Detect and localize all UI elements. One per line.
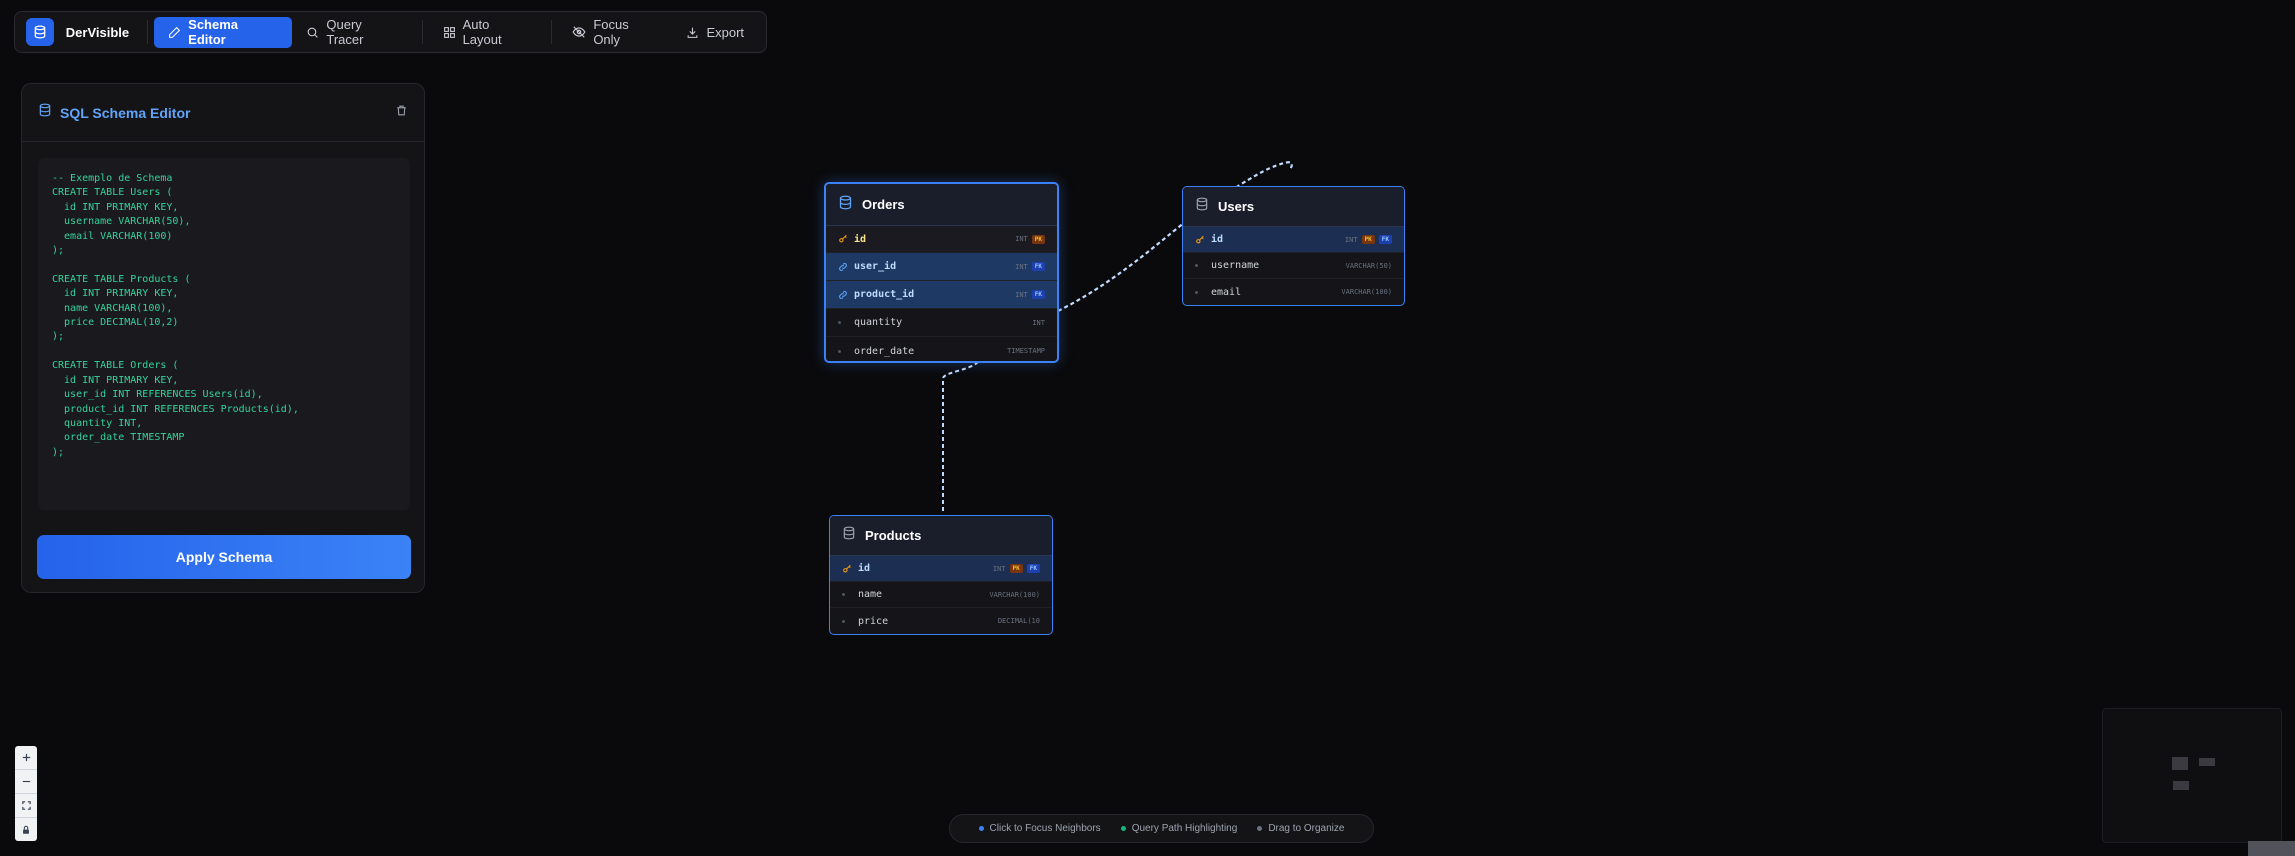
field-dot [1195,264,1198,267]
table-name: Users [1218,199,1255,214]
link-icon [838,290,852,300]
field-type: INT [1344,235,1358,244]
legend-query: Query Path Highlighting [1131,823,1238,834]
field-type: VARCHAR(100) [989,590,1040,599]
field-row[interactable]: order_date TIMESTAMP [826,337,1057,361]
field-type: INT [1015,290,1028,299]
database-icon [838,195,853,215]
field-name: id [858,563,871,574]
fk-badge: FK [1378,235,1392,244]
canvas-legend: Click to Focus Neighbors Query Path High… [949,814,1374,843]
table-name: Orders [862,197,905,212]
field-type: INT [1015,262,1028,271]
field-type: DECIMAL(10 [997,617,1040,625]
fit-view-icon[interactable] [15,794,37,818]
field-name: name [858,589,883,600]
legend-drag: Drag to Organize [1268,823,1345,834]
key-icon [842,564,856,574]
database-icon [842,526,856,545]
field-name: order_date [854,345,915,357]
field-type: VARCHAR(100) [1341,288,1392,296]
fk-badge: FK [1026,564,1040,573]
field-type: INT [992,564,1006,573]
table-header: Products [830,516,1052,556]
table-header: Users [1183,187,1404,227]
relation-edges [942,161,1293,512]
field-name: id [854,233,867,245]
legend-item: Query Path Highlighting [1120,823,1238,834]
attribution-corner [2248,841,2295,856]
zoom-controls [15,746,37,841]
minimap[interactable] [2102,708,2282,843]
plus-icon[interactable] [15,746,37,770]
minus-icon[interactable] [15,770,37,794]
field-name: email [1211,286,1242,298]
field-dot [838,349,841,353]
field-row[interactable]: id INT PK FK [830,556,1052,582]
table-header: Orders [826,184,1057,226]
link-icon [838,262,852,272]
field-name: id [1211,234,1224,245]
field-dot [1195,290,1198,294]
table-name: Products [865,528,922,543]
field-name: username [1211,260,1260,271]
fk-badge: FK [1031,262,1045,271]
field-name: price [858,615,889,627]
field-type: INT [1015,235,1028,243]
field-row[interactable]: user_id INT FK [826,253,1057,281]
field-dot [838,321,841,324]
legend-item: Drag to Organize [1257,823,1344,834]
field-row[interactable]: price DECIMAL(10 [830,608,1052,634]
key-icon [838,234,852,244]
database-icon [1195,197,1209,216]
pk-badge: PK [1009,564,1023,573]
edge-orders-products [942,361,979,512]
legend-item: Click to Focus Neighbors [978,823,1101,834]
minimap-node [2172,757,2188,770]
table-card-orders[interactable]: Orders id INT PK user_id INT FK product_… [824,182,1059,363]
field-type: INT [1032,318,1045,327]
field-row[interactable]: id INT PK [826,226,1057,253]
pk-badge: PK [1361,235,1375,244]
field-name: quantity [854,317,903,328]
field-name: user_id [854,261,897,272]
field-row[interactable]: product_id INT FK [826,281,1057,309]
field-row[interactable]: id INT PK FK [1183,227,1404,253]
lock-icon[interactable] [15,818,37,841]
fk-badge: FK [1031,290,1045,299]
field-dot [842,619,845,623]
pk-badge: PK [1031,234,1045,244]
field-type: TIMESTAMP [1007,347,1045,355]
minimap-node [2173,781,2189,790]
field-dot [842,593,845,596]
field-row[interactable]: email VARCHAR(100) [1183,279,1404,305]
legend-focus: Click to Focus Neighbors [989,823,1101,834]
field-name: product_id [854,289,915,300]
minimap-node [2199,758,2215,766]
field-row[interactable]: quantity INT [826,309,1057,337]
field-row[interactable]: username VARCHAR(50) [1183,253,1404,279]
field-type: VARCHAR(50) [1345,261,1392,270]
table-card-products[interactable]: Products id INT PK FK name VARCHAR(100) … [829,515,1053,635]
table-card-users[interactable]: Users id INT PK FK username VARCHAR(50) … [1182,186,1405,306]
key-icon [1195,235,1209,245]
field-row[interactable]: name VARCHAR(100) [830,582,1052,608]
